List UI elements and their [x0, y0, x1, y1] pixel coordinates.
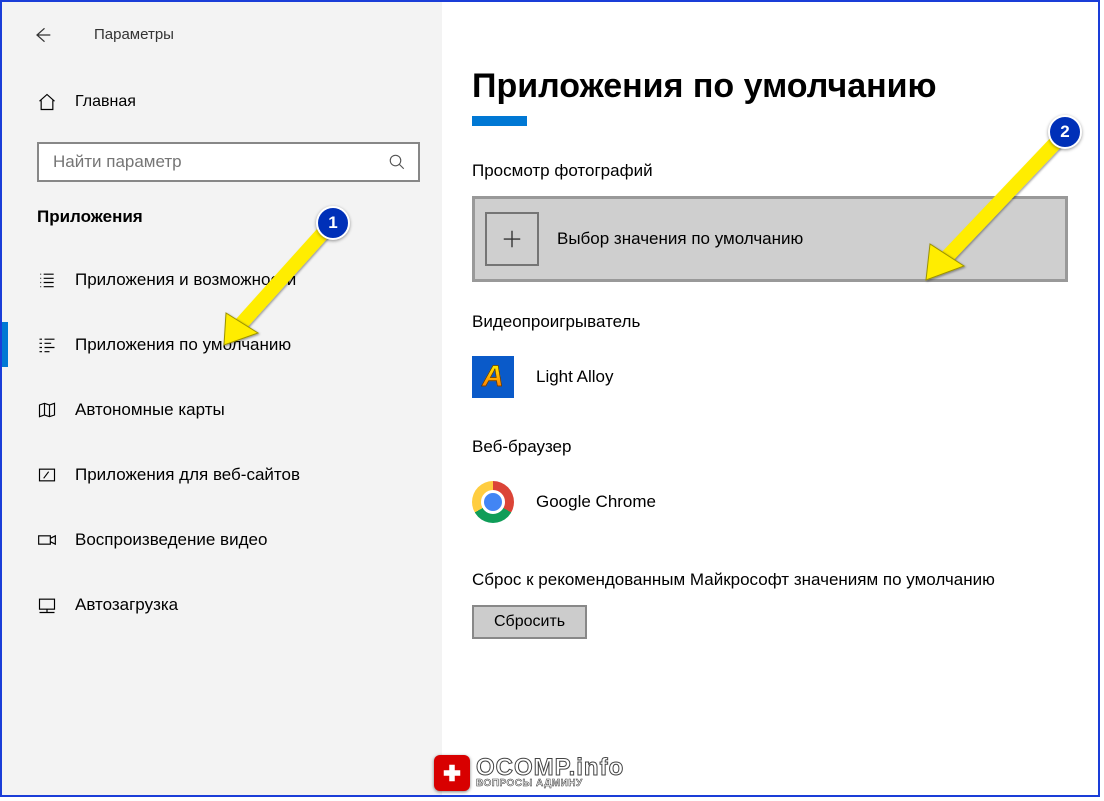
page-title: Приложения по умолчанию	[472, 67, 1068, 106]
sidebar-item-offline-maps[interactable]: Автономные карты	[2, 377, 442, 442]
app-browser-name: Google Chrome	[536, 492, 656, 512]
search-icon	[388, 153, 406, 171]
watermark: OCOMP.info ВОПРОСЫ АДМИНУ	[434, 755, 624, 791]
sidebar-item-label: Приложения для веб-сайтов	[75, 465, 300, 485]
group-photo-label: Просмотр фотографий	[472, 161, 1068, 181]
plus-icon	[485, 212, 539, 266]
settings-sidebar: Параметры Главная Приложения	[2, 2, 442, 795]
watermark-text: OCOMP.info	[476, 757, 624, 779]
accent-strip	[472, 116, 527, 126]
web-apps-icon	[37, 465, 57, 485]
sidebar-item-apps-features[interactable]: Приложения и возможности	[2, 247, 442, 312]
reset-description: Сброс к рекомендованным Майкрософт значе…	[472, 567, 1068, 593]
back-icon[interactable]	[32, 25, 52, 45]
search-input-container[interactable]	[37, 142, 420, 182]
sidebar-item-label: Автономные карты	[75, 400, 225, 420]
sidebar-item-label: Автозагрузка	[75, 595, 178, 615]
sidebar-item-video-playback[interactable]: Воспроизведение видео	[2, 507, 442, 572]
sidebar-item-label: Воспроизведение видео	[75, 530, 267, 550]
choose-default-photo[interactable]: Выбор значения по умолчанию	[472, 196, 1068, 282]
callout-badge-1: 1	[316, 206, 350, 240]
reset-button[interactable]: Сбросить	[472, 605, 587, 639]
callout-badge-2: 2	[1048, 115, 1082, 149]
watermark-subtext: ВОПРОСЫ АДМИНУ	[476, 778, 583, 789]
sidebar-item-label: Приложения по умолчанию	[75, 335, 291, 355]
sidebar-item-web-apps[interactable]: Приложения для веб-сайтов	[2, 442, 442, 507]
map-icon	[37, 400, 57, 420]
sidebar-section-title: Приложения	[2, 207, 442, 227]
main-content: Приложения по умолчанию Просмотр фотогра…	[442, 2, 1098, 795]
video-icon	[37, 530, 57, 550]
default-apps-icon	[37, 335, 57, 355]
window-title: Параметры	[94, 26, 174, 43]
group-video-label: Видеопроигрыватель	[472, 312, 1068, 332]
home-icon	[37, 92, 57, 112]
sidebar-item-label: Приложения и возможности	[75, 270, 296, 290]
app-video-player[interactable]: A Light Alloy	[472, 347, 1068, 407]
choose-default-label: Выбор значения по умолчанию	[557, 229, 803, 249]
app-video-name: Light Alloy	[536, 367, 614, 387]
chrome-icon	[472, 481, 514, 523]
nav-home[interactable]: Главная	[2, 77, 442, 127]
group-browser-label: Веб-браузер	[472, 437, 1068, 457]
list-icon	[37, 270, 57, 290]
app-browser[interactable]: Google Chrome	[472, 472, 1068, 532]
sidebar-item-default-apps[interactable]: Приложения по умолчанию	[2, 312, 442, 377]
sidebar-item-startup[interactable]: Автозагрузка	[2, 572, 442, 637]
startup-icon	[37, 595, 57, 615]
light-alloy-icon: A	[472, 356, 514, 398]
nav-home-label: Главная	[75, 93, 136, 111]
watermark-cross-icon	[434, 755, 470, 791]
search-input[interactable]	[51, 151, 388, 173]
